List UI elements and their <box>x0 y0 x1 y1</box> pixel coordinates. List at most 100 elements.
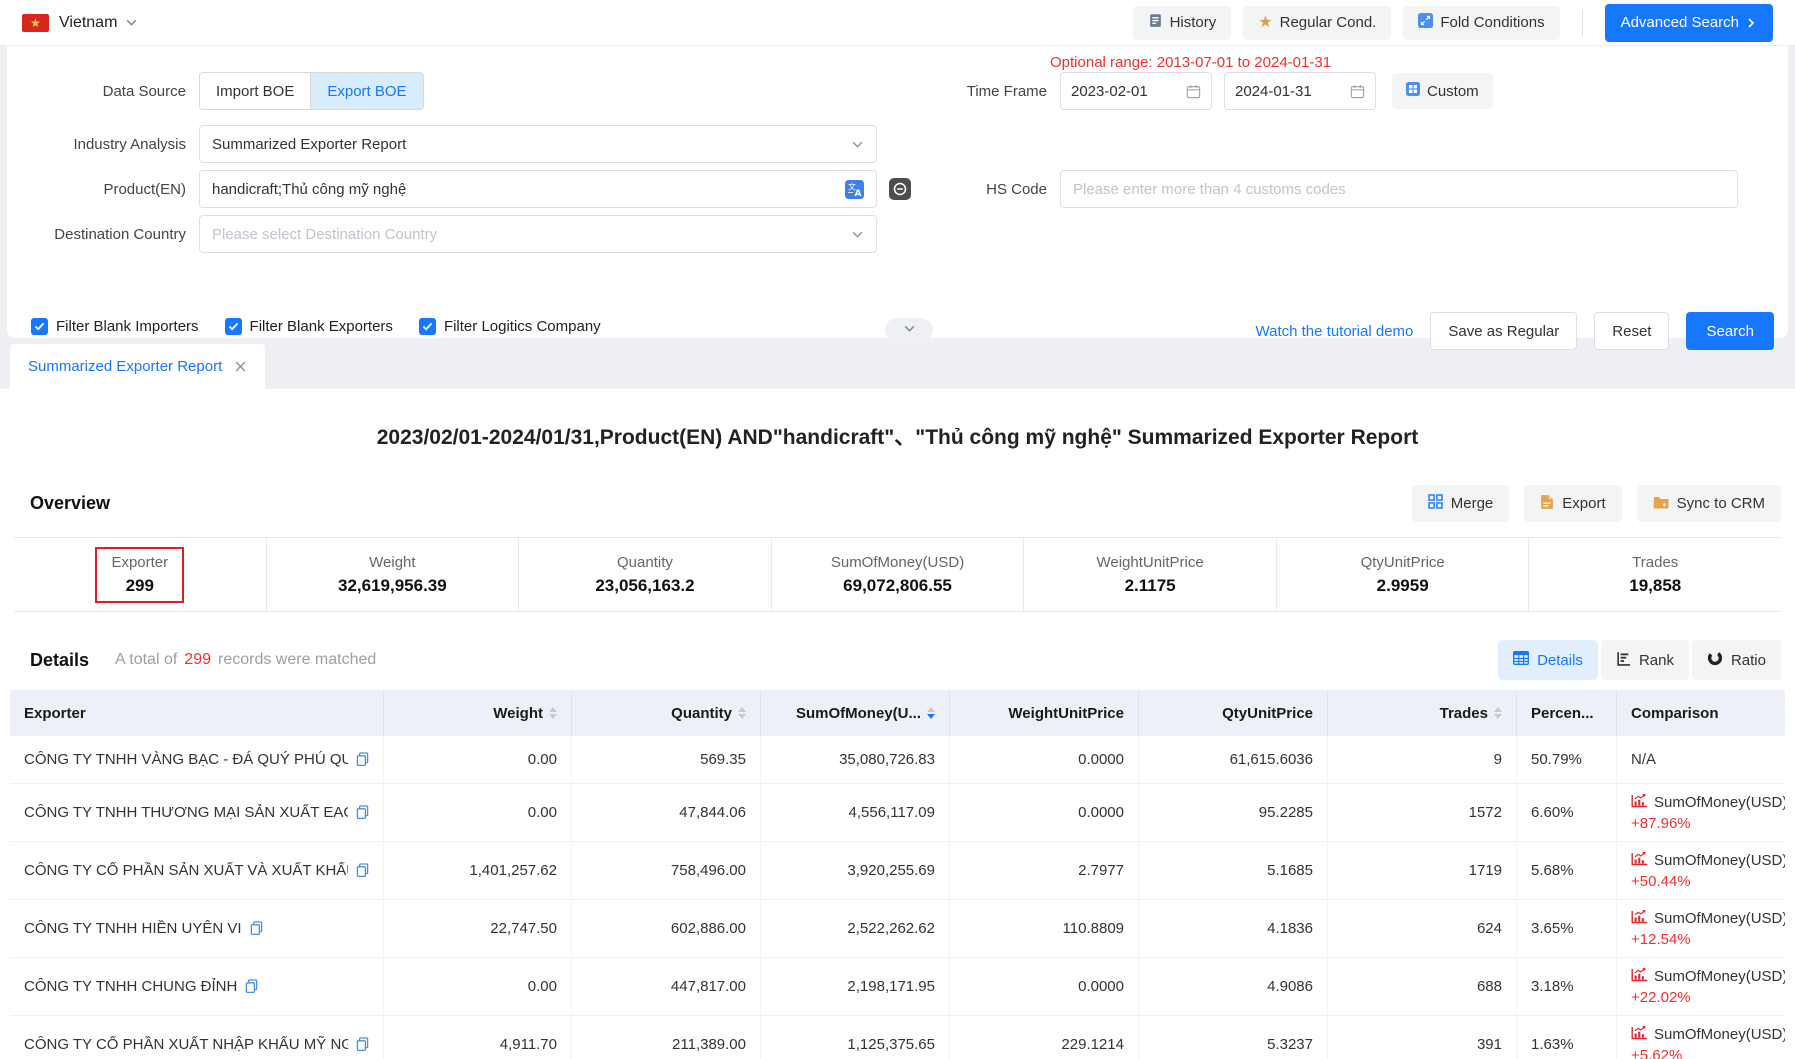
exporter-company-name[interactable]: CÔNG TY CỔ PHẦN SẢN XUẤT VÀ XUẤT KHẨU ..… <box>24 862 348 879</box>
chevron-down-icon[interactable] <box>125 16 138 29</box>
cell-trades: 1719 <box>1328 842 1517 899</box>
topbar-divider <box>1582 10 1583 36</box>
column-header-weight[interactable]: Weight <box>384 690 572 736</box>
hs-code-input[interactable] <box>1060 170 1738 208</box>
exporter-company-name[interactable]: CÔNG TY TNHH THƯƠNG MẠI SẢN XUẤT EAG... <box>24 804 348 821</box>
exporter-company-name[interactable]: CÔNG TY TNHH HIỀN UYÊN VI <box>24 920 242 937</box>
filter-blank-exporters-checkbox[interactable]: Filter Blank Exporters <box>225 318 393 335</box>
qtyunitprice-value: 95.2285 <box>1259 804 1313 821</box>
sync-to-crm-button[interactable]: Sync to CRM <box>1637 485 1781 522</box>
column-header-sumofmoney-u[interactable]: SumOfMoney(U... <box>761 690 950 736</box>
exporter-company-name[interactable]: CÔNG TY CỔ PHẦN XUẤT NHẬP KHẨU MỸ NGH... <box>24 1036 348 1053</box>
cell-trades: 9 <box>1328 736 1517 783</box>
sort-icon[interactable] <box>927 707 935 719</box>
expand-conditions-button[interactable] <box>885 318 933 342</box>
destination-country-select[interactable]: Please select Destination Country <box>199 215 877 253</box>
report-title: 2023/02/01-2024/01/31,Product(EN) AND"ha… <box>0 389 1795 451</box>
advanced-search-button[interactable]: Advanced Search <box>1605 4 1773 42</box>
comparison-value: SumOfMoney(USD)+12.54% <box>1631 910 1785 948</box>
comparison-change: +5.62% <box>1631 1047 1785 1059</box>
history-button[interactable]: History <box>1133 6 1232 40</box>
optional-range-note: Optional range: 2013-07-01 to 2024-01-31 <box>1050 54 1331 71</box>
fold-icon <box>1418 13 1433 32</box>
stat-weight-unit-price: WeightUnitPrice 2.1175 <box>1024 538 1277 611</box>
table-row: CÔNG TY TNHH VÀNG BẠC - ĐÁ QUÝ PHÚ QUÝ 0.… <box>10 736 1785 784</box>
cell-percen: 6.60% <box>1517 784 1617 841</box>
tutorial-demo-link[interactable]: Watch the tutorial demo <box>1256 323 1414 340</box>
close-icon[interactable] <box>234 360 247 373</box>
product-en-input[interactable]: handicraft;Thủ công mỹ nghệ 文A <box>199 170 877 208</box>
stat-trades: Trades 19,858 <box>1529 538 1781 611</box>
search-button[interactable]: Search <box>1686 312 1774 350</box>
filter-logistics-company-checkbox[interactable]: Filter Logitics Company <box>419 318 601 335</box>
column-header-weightunitprice: WeightUnitPrice <box>950 690 1139 736</box>
import-boe-option[interactable]: Import BOE <box>200 73 311 109</box>
exclude-keywords-icon[interactable] <box>889 178 911 200</box>
quantity-value: 47,844.06 <box>679 804 746 821</box>
stat-exporter: Exporter 299 <box>14 538 267 611</box>
stat-qty-unit-price: QtyUnitPrice 2.9959 <box>1277 538 1530 611</box>
view-rank-button[interactable]: Rank <box>1601 640 1689 680</box>
column-header-quantity[interactable]: Quantity <box>572 690 761 736</box>
view-details-button[interactable]: Details <box>1498 640 1598 680</box>
red-chart-icon <box>1631 1026 1648 1044</box>
cell-comparison: SumOfMoney(USD)+22.02% <box>1617 958 1785 1015</box>
cell-sumofmoney-u: 2,198,171.95 <box>761 958 950 1015</box>
weightunitprice-value: 110.8809 <box>1063 920 1124 937</box>
copy-icon[interactable] <box>356 805 369 820</box>
cell-weight: 0.00 <box>384 736 572 783</box>
svg-text:A: A <box>855 189 862 199</box>
save-as-regular-button[interactable]: Save as Regular <box>1430 312 1577 350</box>
custom-range-button[interactable]: Custom <box>1392 73 1493 109</box>
cell-weight: 0.00 <box>384 784 572 841</box>
exporter-company-name[interactable]: CÔNG TY TNHH CHUNG ĐỈNH <box>24 978 237 995</box>
tab-summarized-exporter-report[interactable]: Summarized Exporter Report <box>10 344 265 389</box>
view-ratio-button[interactable]: Ratio <box>1692 640 1781 680</box>
filter-blank-importers-checkbox[interactable]: Filter Blank Importers <box>31 318 199 335</box>
cell-trades: 391 <box>1328 1016 1517 1059</box>
export-button[interactable]: Export <box>1524 485 1621 522</box>
fold-conditions-button[interactable]: Fold Conditions <box>1403 6 1559 40</box>
industry-analysis-select[interactable]: Summarized Exporter Report <box>199 125 877 163</box>
report-content: 2023/02/01-2024/01/31,Product(EN) AND"ha… <box>0 389 1795 1059</box>
cell-trades: 624 <box>1328 900 1517 957</box>
export-boe-option[interactable]: Export BOE <box>311 73 422 109</box>
column-header-trades[interactable]: Trades <box>1328 690 1517 736</box>
copy-icon[interactable] <box>356 863 369 878</box>
column-header-qtyunitprice: QtyUnitPrice <box>1139 690 1328 736</box>
cell-weight: 22,747.50 <box>384 900 572 957</box>
chevron-down-icon <box>903 322 916 338</box>
filter-checkbox-row: Filter Blank Importers Filter Blank Expo… <box>31 318 601 335</box>
copy-icon[interactable] <box>356 752 369 767</box>
sumofmoney-u-value: 3,920,255.69 <box>847 862 935 879</box>
translate-icon[interactable]: 文A <box>845 180 864 199</box>
cell-exporter: CÔNG TY CỔ PHẦN SẢN XUẤT VÀ XUẤT KHẨU ..… <box>10 842 384 899</box>
regular-cond-button[interactable]: ★ Regular Cond. <box>1243 6 1391 40</box>
cell-weightunitprice: 2.7977 <box>950 842 1139 899</box>
column-header-percen: Percen... <box>1517 690 1617 736</box>
industry-analysis-label: Industry Analysis <box>31 136 186 153</box>
reset-button[interactable]: Reset <box>1594 312 1669 350</box>
exporter-company-name[interactable]: CÔNG TY TNHH VÀNG BẠC - ĐÁ QUÝ PHÚ QUÝ <box>24 751 348 768</box>
percen-value: 6.60% <box>1531 804 1574 821</box>
cell-sumofmoney-u: 35,080,726.83 <box>761 736 950 783</box>
sort-icon[interactable] <box>549 707 557 719</box>
percen-value: 50.79% <box>1531 751 1582 768</box>
cell-quantity: 211,389.00 <box>572 1016 761 1059</box>
date-from-input[interactable]: 2023-02-01 <box>1060 72 1212 110</box>
cell-exporter: CÔNG TY TNHH HIỀN UYÊN VI <box>10 900 384 957</box>
cell-sumofmoney-u: 3,920,255.69 <box>761 842 950 899</box>
column-header-label: Quantity <box>671 705 732 722</box>
sort-icon[interactable] <box>738 707 746 719</box>
date-to-input[interactable]: 2024-01-31 <box>1224 72 1376 110</box>
country-selector-label[interactable]: Vietnam <box>59 14 117 32</box>
copy-icon[interactable] <box>356 1037 369 1052</box>
sort-icon[interactable] <box>1494 707 1502 719</box>
trades-value: 1572 <box>1469 804 1502 821</box>
cell-weight: 0.00 <box>384 958 572 1015</box>
product-en-label: Product(EN) <box>31 181 186 198</box>
checkbox-checked-icon <box>419 318 436 335</box>
copy-icon[interactable] <box>245 979 258 994</box>
merge-button[interactable]: Merge <box>1412 485 1510 522</box>
copy-icon[interactable] <box>250 921 263 936</box>
